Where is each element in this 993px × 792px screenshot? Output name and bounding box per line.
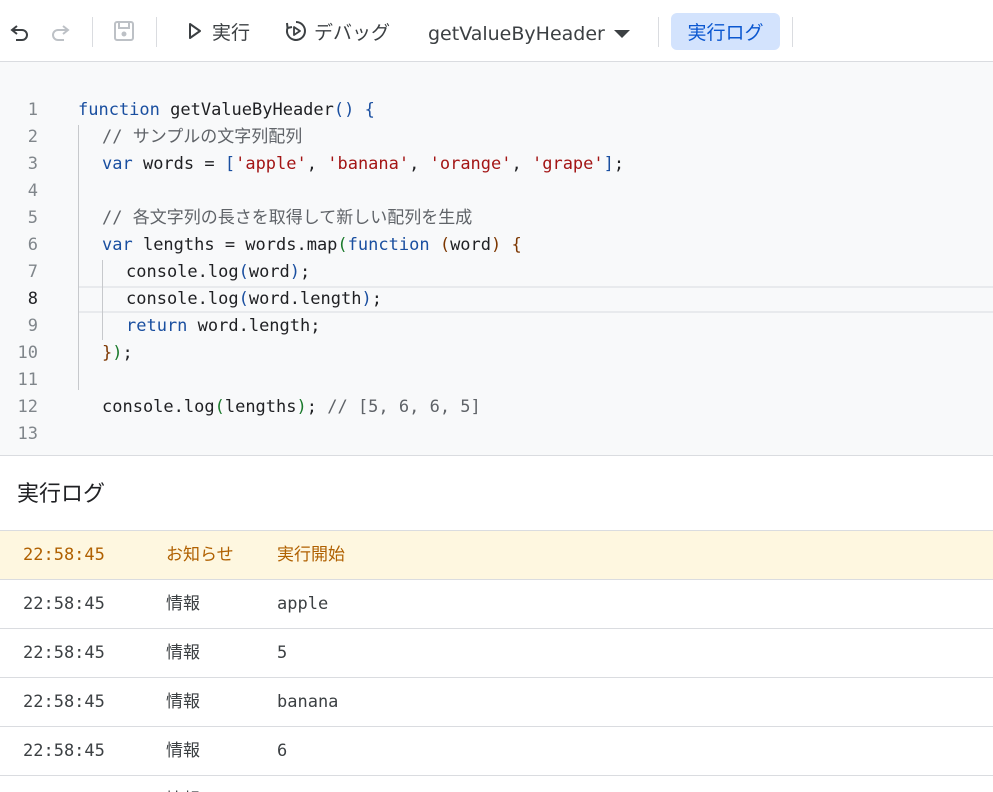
code-line[interactable]: 3 var words = ['apple', 'banana', 'orange… (0, 151, 993, 178)
function-select-value: getValueByHeader (428, 23, 605, 45)
code-text: console.log(lengths); // [5, 6, 6, 5] (102, 397, 481, 417)
line-number: 4 (27, 181, 38, 201)
log-time: 22:58:45 (23, 692, 105, 712)
log-time: 22:58:45 (23, 643, 105, 663)
code-line[interactable]: 2 // サンプルの文字列配列 (0, 124, 993, 151)
code-line[interactable]: 12 console.log(lengths); // [5, 6, 6, 5] (0, 394, 993, 421)
log-time: 22:58:45 (23, 594, 105, 614)
dropdown-arrow-icon (613, 30, 630, 38)
save-icon[interactable] (111, 18, 137, 44)
log-message: 5 (277, 643, 288, 663)
code-line[interactable]: 11 (0, 367, 993, 394)
log-time: 22:58:45 (23, 741, 105, 761)
log-panel-title: 実行ログ (17, 482, 106, 507)
code-text: console.log(word.length); (126, 289, 382, 309)
debug-button[interactable]: デバッグ (284, 16, 390, 46)
undo-icon[interactable] (7, 18, 33, 44)
code-line[interactable]: 4 (0, 178, 993, 205)
debug-label: デバッグ (314, 21, 391, 44)
code-line[interactable]: 9 return word.length; (0, 313, 993, 340)
line-number: 11 (17, 370, 38, 390)
log-row: 22:58:45 情報 (0, 775, 993, 792)
toolbar: 実行 デバッグ getValueByHeader 実行ログ (0, 0, 993, 62)
code-line[interactable]: 7 console.log(word); (0, 259, 993, 286)
run-label: 実行 (212, 21, 251, 44)
code-line[interactable]: 6 var lengths = words.map(function (word)… (0, 232, 993, 259)
log-level: 情報 (166, 741, 200, 761)
log-row: 22:58:45 お知らせ 実行開始 (0, 530, 993, 579)
code-text: // サンプルの文字列配列 (102, 127, 303, 147)
code-line[interactable]: 5 // 各文字列の長さを取得して新しい配列を生成 (0, 205, 993, 232)
function-select[interactable]: getValueByHeader (428, 20, 631, 48)
log-message: 6 (277, 741, 288, 761)
log-level: お知らせ (166, 545, 234, 565)
redo-icon[interactable] (47, 18, 73, 44)
toolbar-divider (658, 17, 659, 47)
log-row: 22:58:45 情報 6 (0, 726, 993, 775)
code-text: var words = ['apple', 'banana', 'orange'… (102, 154, 625, 174)
line-number: 8 (27, 289, 38, 309)
log-level: 情報 (166, 692, 200, 712)
code-line[interactable]: 13 (0, 421, 993, 448)
execution-log-button[interactable]: 実行ログ (671, 13, 780, 50)
line-number: 5 (27, 208, 38, 228)
line-number: 10 (17, 343, 38, 363)
log-row: 22:58:45 情報 apple (0, 579, 993, 628)
code-line[interactable]: 8 console.log(word.length); (0, 286, 993, 313)
log-level: 情報 (166, 594, 200, 614)
toolbar-divider (156, 17, 157, 47)
line-number: 12 (17, 397, 38, 417)
code-line[interactable]: 10}); (0, 340, 993, 367)
code-text: console.log(word); (126, 262, 311, 282)
log-message: apple (277, 594, 329, 614)
run-button[interactable]: 実行 (186, 16, 250, 46)
log-row: 22:58:45 情報 5 (0, 628, 993, 677)
code-text: // 各文字列の長さを取得して新しい配列を生成 (102, 208, 473, 228)
line-number: 9 (27, 316, 38, 336)
line-number: 13 (17, 424, 38, 444)
code-text: }); (102, 343, 133, 363)
execution-log-label: 実行ログ (687, 22, 764, 44)
log-level: 情報 (166, 643, 200, 663)
log-time: 22:58:45 (23, 776, 105, 792)
log-time: 22:58:45 (23, 545, 105, 565)
line-number: 6 (27, 235, 38, 255)
log-level: 情報 (166, 776, 200, 792)
code-line[interactable]: 1 function getValueByHeader() { (0, 97, 993, 124)
execution-log-panel: 実行ログ 22:58:45 お知らせ 実行開始 22:58:45 情報 apple 22:5… (0, 455, 993, 792)
line-number: 1 (27, 100, 38, 120)
line-number: 3 (27, 154, 38, 174)
code-text: function getValueByHeader() { (78, 100, 375, 120)
log-message: 実行開始 (277, 545, 345, 565)
line-number: 2 (27, 127, 38, 147)
log-row: 22:58:45 情報 banana (0, 677, 993, 726)
code-editor[interactable]: 1 function getValueByHeader() { 2 // サンプルの文… (0, 62, 993, 455)
play-icon (189, 23, 201, 39)
code-text: return word.length; (126, 316, 321, 336)
toolbar-divider (92, 17, 93, 47)
toolbar-divider (792, 17, 793, 47)
code-text: var lengths = words.map(function (word) … (102, 235, 522, 255)
line-number: 7 (27, 262, 38, 282)
debug-icon (286, 21, 306, 41)
log-message: banana (277, 692, 339, 712)
